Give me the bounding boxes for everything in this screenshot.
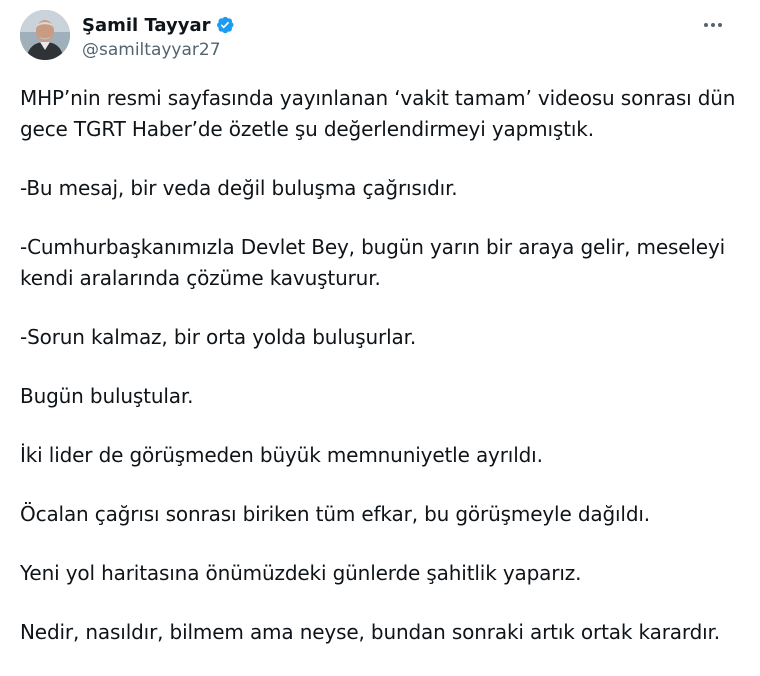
tweet-paragraph: Yeni yol haritasına önümüzdeki günlerde … (20, 558, 750, 589)
dot (711, 23, 715, 27)
tweet-paragraph: -Cumhurbaşkanımızla Devlet Bey, bugün ya… (20, 232, 750, 294)
tweet-line: Bugün buluştular. (20, 384, 194, 408)
tweet-paragraph: MHP’nin resmi sayfasında yayınlanan ‘vak… (20, 83, 750, 145)
author-handle[interactable]: @samiltayyar27 (82, 40, 235, 60)
tweet-card: Şamil Tayyar @samiltayyar27 MHP’nin resm… (0, 0, 760, 664)
tweet-line: MHP’nin resmi sayfasında yayınlanan ‘vak… (20, 86, 736, 110)
dot (718, 23, 722, 27)
tweet-header: Şamil Tayyar @samiltayyar27 (20, 10, 742, 66)
more-options-icon[interactable] (698, 14, 728, 36)
author-display-name[interactable]: Şamil Tayyar (82, 15, 211, 36)
verified-badge-icon[interactable] (215, 15, 235, 35)
dot (704, 23, 708, 27)
tweet-line: Yeni yol haritasına önümüzdeki günlerde … (20, 561, 582, 585)
tweet-line: Öcalan çağrısı sonrası biriken tüm efkar… (20, 502, 650, 526)
tweet-line: kendi aralarında çözüme kavuşturur. (20, 266, 381, 290)
avatar[interactable] (20, 10, 70, 60)
author-info: Şamil Tayyar @samiltayyar27 (82, 13, 235, 60)
tweet-paragraph: Bugün buluştular. (20, 381, 750, 412)
tweet-text: MHP’nin resmi sayfasında yayınlanan ‘vak… (20, 83, 750, 676)
tweet-line: -Bu mesaj, bir veda değil buluşma çağrıs… (20, 176, 458, 200)
tweet-paragraph: -Bu mesaj, bir veda değil buluşma çağrıs… (20, 173, 750, 204)
tweet-line: -Sorun kalmaz, bir orta yolda buluşurlar… (20, 325, 417, 349)
tweet-paragraph: -Sorun kalmaz, bir orta yolda buluşurlar… (20, 322, 750, 353)
tweet-line: Nedir, nasıldır, bilmem ama neyse, bunda… (20, 620, 720, 644)
tweet-line: gece TGRT Haber’de özetle şu değerlendir… (20, 117, 594, 141)
name-row: Şamil Tayyar (82, 13, 235, 37)
tweet-paragraph: Nedir, nasıldır, bilmem ama neyse, bunda… (20, 617, 750, 648)
tweet-paragraph: Öcalan çağrısı sonrası biriken tüm efkar… (20, 499, 750, 530)
avatar-photo-icon (20, 10, 70, 60)
tweet-line: -Cumhurbaşkanımızla Devlet Bey, bugün ya… (20, 235, 726, 259)
tweet-paragraph: İki lider de görüşmeden büyük memnuniyet… (20, 440, 750, 471)
tweet-line: İki lider de görüşmeden büyük memnuniyet… (20, 443, 543, 467)
